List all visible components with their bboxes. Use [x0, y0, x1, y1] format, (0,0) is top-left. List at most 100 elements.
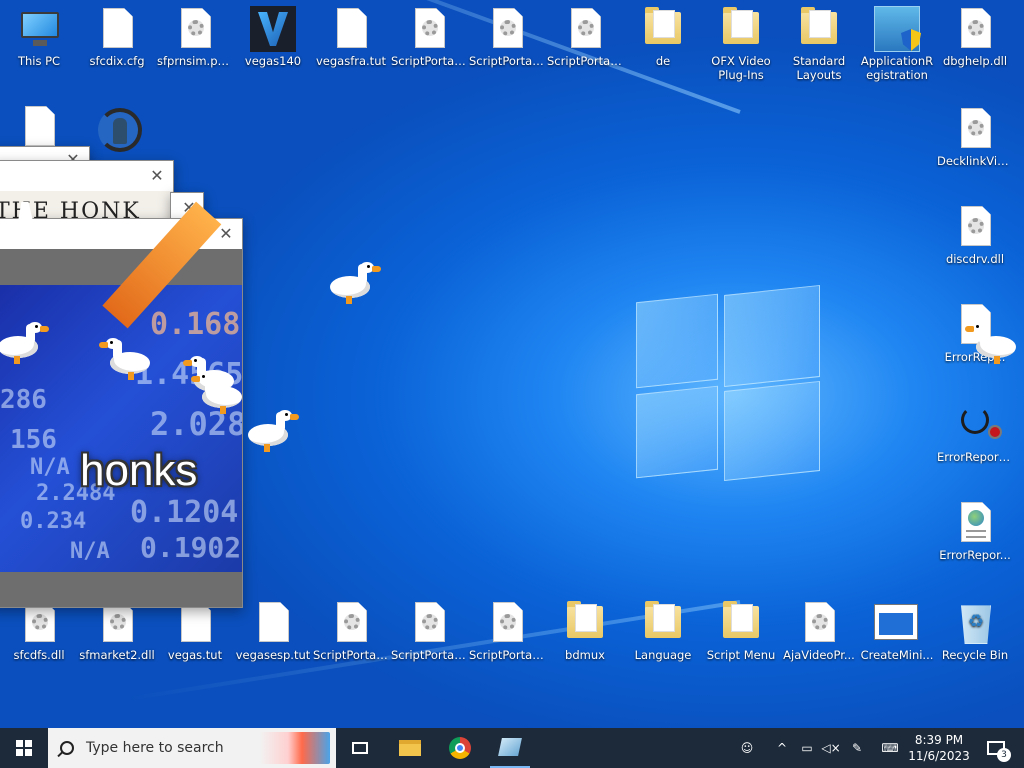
desktop-icon-file[interactable]: ScriptPortal.... — [468, 6, 546, 68]
desktop-icon-file[interactable]: ErrorRepor... — [936, 500, 1014, 562]
clock-date: 11/6/2023 — [908, 749, 970, 763]
desktop-icon-folder[interactable]: de — [624, 6, 702, 68]
desktop-icon-vegas[interactable]: vegas140 — [234, 6, 312, 68]
icon-label: ScriptPortal.... — [313, 648, 390, 662]
search-highlight-icon — [260, 732, 330, 764]
meme-number: 156 — [10, 425, 57, 455]
desktop-icon-file[interactable]: sfcdix.cfg — [78, 6, 156, 68]
icon-label: Language — [634, 648, 692, 662]
search-box[interactable]: Type here to search — [48, 728, 336, 768]
chrome-button[interactable] — [440, 728, 480, 768]
this-pc-icon — [21, 12, 59, 46]
desktop-icon-folder[interactable]: Language — [624, 600, 702, 662]
goose-sprite[interactable] — [326, 262, 384, 304]
notifications-button[interactable]: 3 — [980, 728, 1012, 768]
goose-sprite[interactable] — [962, 322, 1020, 364]
clock-time: 8:39 PM — [914, 733, 964, 747]
keyboard-button[interactable]: ⌨ — [876, 728, 904, 768]
desktop-icon-file[interactable]: vegasfra.tut — [312, 6, 390, 68]
desktop-icon-file[interactable] — [0, 104, 78, 152]
volume-button[interactable]: ◁× — [820, 728, 842, 768]
icon-label: bdmux — [565, 648, 605, 662]
desktop[interactable]: This PC sfcdix.cfg sfprnsim.pd... vegas1… — [0, 0, 1024, 728]
desktop-icon-file[interactable]: vegas.tut — [156, 600, 234, 662]
desktop-icon-folder[interactable]: Script Menu — [702, 600, 780, 662]
meme-number: 0.1902 — [140, 531, 242, 564]
desktop-icon-file[interactable]: dbghelp.dll — [936, 6, 1014, 68]
icon-label: ScriptPortal.... — [391, 54, 468, 68]
meme-caption: honks — [80, 446, 198, 495]
game-shortcut-icon[interactable] — [98, 108, 142, 152]
installer-icon — [874, 6, 921, 52]
desktop-icon-file[interactable]: ScriptPortal.... — [468, 600, 546, 662]
desktop-icon-folder[interactable]: bdmux — [546, 600, 624, 662]
show-hidden-icons-button[interactable]: ^ — [772, 728, 792, 768]
stethoscope-icon — [961, 406, 1002, 439]
desktop-icon-file[interactable]: vegasesp.tut — [234, 600, 312, 662]
icon-label: ScriptPortal.... — [469, 54, 546, 68]
icon-label: OFX Video Plug-Ins — [711, 54, 771, 82]
search-icon — [60, 741, 74, 755]
network-icon-button[interactable]: ▭ — [796, 728, 818, 768]
windows-icon — [16, 740, 32, 756]
notification-badge: 3 — [997, 748, 1011, 762]
start-button[interactable] — [0, 728, 48, 768]
goose-sprite[interactable] — [0, 322, 52, 364]
icon-label: sfcdix.cfg — [89, 54, 145, 68]
icon-label: ScriptPortal.... — [391, 648, 468, 662]
meme-number: N/A — [30, 455, 70, 480]
desktop-icon-file[interactable]: sfprnsim.pd... — [156, 6, 234, 68]
icon-label: ErrorRepor... — [939, 548, 1011, 562]
clock[interactable]: 8:39 PM 11/6/2023 — [906, 728, 972, 768]
volume-muted-icon: ◁× — [821, 741, 841, 755]
vegas-app-icon — [250, 6, 296, 52]
folder-icon — [723, 7, 759, 44]
desktop-icon-file[interactable]: ScriptPortal.... — [390, 600, 468, 662]
file-icon — [181, 602, 211, 642]
pen-button[interactable]: ✎ — [846, 728, 868, 768]
task-view-button[interactable] — [344, 728, 376, 768]
people-icon: ☺ — [740, 741, 754, 755]
task-view-icon — [352, 742, 368, 754]
desktop-icon-file[interactable]: sfcdfs.dll — [0, 600, 78, 662]
goose-sprite[interactable] — [188, 372, 246, 414]
windows-logo-wallpaper — [636, 284, 824, 482]
desktop-icon-folder[interactable]: Standard Layouts — [780, 6, 858, 82]
folder-icon — [399, 740, 421, 756]
file-explorer-button[interactable] — [392, 728, 428, 768]
file-icon — [337, 8, 367, 48]
desktop-icon-app[interactable]: CreateMini... — [858, 600, 936, 662]
icon-label: Script Menu — [706, 648, 776, 662]
folder-icon — [567, 601, 603, 638]
desktop-icon-file[interactable]: AjaVideoPr... — [780, 600, 858, 662]
goose-sprite[interactable] — [96, 338, 154, 380]
folder-icon — [801, 7, 837, 44]
meme-number: 0.1204 — [130, 495, 239, 530]
meme-number: 0.234 — [20, 509, 87, 534]
desktop-icon-file[interactable]: sfmarket2.dll — [78, 600, 156, 662]
desktop-icon-file[interactable]: ScriptPortal.... — [312, 600, 390, 662]
desktop-icon-file[interactable]: discdrv.dll — [936, 204, 1014, 266]
meme-number: 286 — [0, 385, 47, 415]
icon-label: vegasfra.tut — [315, 54, 386, 68]
icon-label: sfmarket2.dll — [79, 648, 155, 662]
icon-label: sfcdfs.dll — [13, 648, 65, 662]
close-icon[interactable]: ✕ — [216, 224, 236, 244]
close-icon[interactable]: ✕ — [147, 166, 167, 186]
icon-label: ApplicationRegistration — [860, 54, 934, 82]
file-icon — [25, 106, 55, 146]
icon-label: ScriptPortal.... — [547, 54, 624, 68]
goose-sprite[interactable] — [244, 410, 302, 452]
desktop-icon-app[interactable]: ApplicationRegistration — [858, 6, 936, 82]
desktop-icon-file[interactable]: ScriptPortal.... — [390, 6, 468, 68]
desktop-icon-this-pc[interactable]: This PC — [0, 6, 78, 68]
desktop-icon-app[interactable]: ErrorReport... — [936, 402, 1014, 464]
app-button[interactable] — [490, 728, 530, 768]
desktop-icon-folder[interactable]: OFX Video Plug-Ins — [702, 6, 780, 82]
desktop-icon-file[interactable]: DecklinkVid... — [936, 106, 1014, 168]
desktop-icon-file[interactable]: ScriptPortal.... — [546, 6, 624, 68]
people-button[interactable]: ☺ — [734, 728, 760, 768]
icon-label: Standard Layouts — [792, 54, 846, 82]
desktop-icon-recycle-bin[interactable]: Recycle Bin — [936, 600, 1014, 662]
file-icon — [103, 8, 133, 48]
